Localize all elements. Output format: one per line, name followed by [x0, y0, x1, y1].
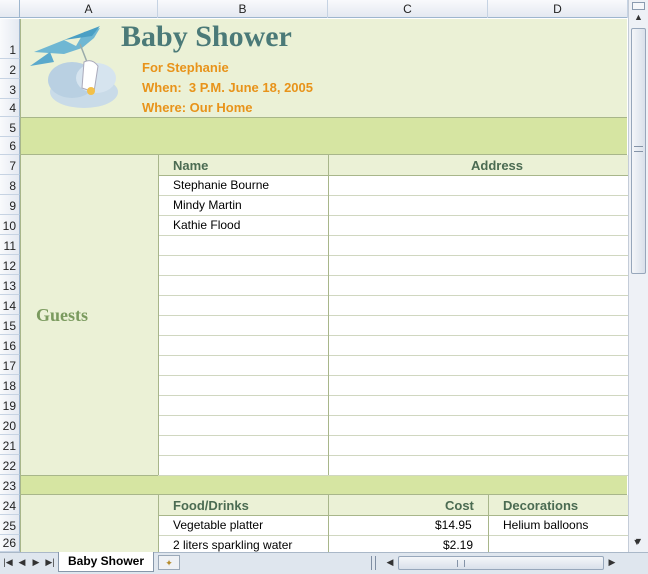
row-header[interactable]: 12 — [0, 255, 20, 275]
food-cost-cell[interactable]: $2.19 — [443, 538, 473, 552]
scroll-up-arrow-icon[interactable]: ▲ — [629, 12, 648, 26]
grid-line — [158, 235, 628, 236]
scroll-left-arrow-icon[interactable]: ◀ — [384, 557, 396, 568]
grid-line — [158, 295, 628, 296]
column-header-d[interactable]: D — [488, 0, 628, 18]
band-row-23 — [21, 475, 627, 495]
row-header[interactable]: 6 — [0, 137, 20, 155]
grid-line — [158, 535, 628, 536]
row-header[interactable]: 21 — [0, 435, 20, 455]
food-item-cell[interactable]: Vegetable platter — [173, 518, 263, 532]
guests-name-header-cell — [158, 155, 628, 175]
row-header[interactable]: 8 — [0, 175, 20, 195]
row-header[interactable]: 16 — [0, 335, 20, 355]
row-header[interactable]: 3 — [0, 79, 20, 99]
row-header[interactable]: 22 — [0, 455, 20, 475]
food-cost-cell[interactable]: $14.95 — [435, 518, 472, 532]
address-column-header: Address — [471, 158, 524, 173]
grid-line — [158, 455, 628, 456]
grid-line — [158, 215, 628, 216]
scroll-right-arrow-icon[interactable]: ▶ — [606, 557, 618, 568]
when-line: When: 3 P.M. June 18, 2005 — [142, 80, 313, 95]
stork-icon — [30, 26, 118, 108]
row-header[interactable]: 13 — [0, 275, 20, 295]
food-label-column — [21, 495, 158, 552]
next-sheet-arrow-icon[interactable]: ▶ — [30, 557, 42, 568]
row-header[interactable]: 11 — [0, 235, 20, 255]
cost-header: Cost — [445, 498, 474, 513]
tab-split-handle[interactable] — [371, 556, 376, 570]
split-box[interactable] — [632, 2, 645, 10]
row-header[interactable]: 10 — [0, 215, 20, 235]
food-drinks-header: Food/Drinks — [173, 498, 249, 513]
grid-line — [158, 355, 628, 356]
grid-line — [158, 415, 628, 416]
thumb-grip-icon — [457, 560, 465, 567]
vertical-scrollbar[interactable]: ▲ ▼ — [628, 0, 648, 552]
row-header[interactable]: 19 — [0, 395, 20, 415]
where-line: Where: Our Home — [142, 100, 253, 115]
row-header[interactable]: 24 — [0, 495, 20, 515]
band-row-5-6 — [21, 117, 627, 155]
sheet-tab-baby-shower[interactable]: Baby Shower — [58, 552, 154, 572]
grid-line — [158, 435, 628, 436]
row-header[interactable]: 20 — [0, 415, 20, 435]
grid-line — [158, 195, 628, 196]
guest-name-cell[interactable]: Mindy Martin — [173, 198, 242, 212]
row-header[interactable]: 7 — [0, 155, 20, 175]
first-sheet-arrow-icon[interactable]: |◀ — [2, 557, 14, 568]
insert-sheet-icon[interactable]: ✦ — [158, 555, 180, 570]
guest-name-cell[interactable]: Stephanie Bourne — [173, 178, 269, 192]
last-sheet-arrow-icon[interactable]: ▶| — [44, 557, 56, 568]
grid-line — [158, 315, 628, 316]
for-line: For Stephanie — [142, 60, 229, 75]
row-header[interactable]: 1 — [0, 19, 20, 59]
grid-line — [158, 475, 628, 476]
row-header[interactable]: 17 — [0, 355, 20, 375]
grid-line — [158, 255, 628, 256]
column-header-b[interactable]: B — [158, 0, 328, 18]
guest-name-cell[interactable]: Kathie Flood — [173, 218, 240, 232]
row-header[interactable]: 14 — [0, 295, 20, 315]
grid-line — [158, 495, 159, 552]
row-header[interactable]: 23 — [0, 475, 20, 495]
horizontal-scroll-thumb[interactable] — [398, 556, 604, 570]
row-header[interactable]: 18 — [0, 375, 20, 395]
grid-line — [488, 495, 489, 552]
name-column-header: Name — [173, 158, 209, 173]
grid-line — [158, 395, 628, 396]
row-header[interactable]: 15 — [0, 315, 20, 335]
column-header-a[interactable]: A — [20, 0, 158, 18]
grid-line — [158, 275, 628, 276]
grid-line — [158, 155, 159, 475]
guests-section-label: Guests — [36, 305, 89, 325]
decoration-cell[interactable]: Helium balloons — [503, 518, 588, 532]
grid-line — [20, 19, 21, 552]
sheet-tab-bar: |◀ ◀ ▶ ▶| Baby Shower ✦ ◀ ▶ ▼ — [0, 537, 648, 574]
row-header[interactable]: 4 — [0, 99, 20, 117]
row-header[interactable]: 9 — [0, 195, 20, 215]
row-header[interactable]: 5 — [0, 117, 20, 137]
grid-line — [158, 175, 628, 176]
grid-line — [158, 515, 628, 516]
column-header-c[interactable]: C — [328, 0, 488, 18]
sheet-tab-label: Baby Shower — [67, 554, 145, 568]
row-header[interactable]: 25 — [0, 515, 20, 535]
scroll-down-corner-arrow-icon[interactable]: ▼ — [630, 537, 644, 547]
decorations-header: Decorations — [503, 498, 579, 513]
food-item-cell[interactable]: 2 liters sparkling water — [173, 538, 292, 552]
row-header[interactable]: 2 — [0, 59, 20, 79]
row-header[interactable]: 26 — [0, 535, 20, 552]
grid-line — [328, 495, 329, 552]
prev-sheet-arrow-icon[interactable]: ◀ — [16, 557, 28, 568]
page-title: Baby Shower — [121, 20, 292, 53]
thumb-grip-icon — [634, 146, 643, 152]
select-all-corner[interactable] — [0, 0, 20, 18]
grid-line — [158, 335, 628, 336]
grid-line — [328, 155, 329, 475]
grid-line — [158, 375, 628, 376]
column-header-bar: A B C D — [0, 0, 628, 18]
